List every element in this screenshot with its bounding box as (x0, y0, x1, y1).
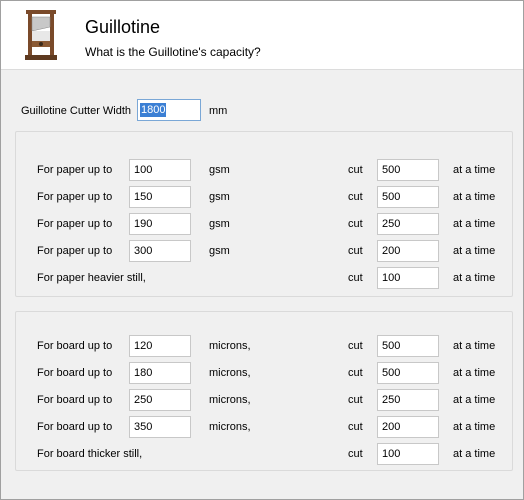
page-title: Guillotine (85, 17, 161, 37)
paper-weight-input[interactable] (129, 186, 191, 208)
dialog-header: Guillotine What is the Guillotine's capa… (1, 1, 523, 70)
paper-weight-unit: gsm (209, 164, 230, 176)
board-row-label: For board up to (37, 394, 113, 406)
paper-weight-unit: gsm (209, 191, 230, 203)
paper-row-label: For paper up to (37, 245, 113, 257)
cut-label: cut (348, 340, 363, 352)
at-a-time-label: at a time (453, 218, 496, 230)
paper-row-label: For paper up to (37, 191, 113, 203)
board-row-label: For board up to (37, 421, 113, 433)
paper-heavier-cut-input[interactable] (377, 267, 439, 289)
board-cut-input[interactable] (377, 389, 439, 411)
board-thickness-input[interactable] (129, 416, 191, 438)
board-cut-input[interactable] (377, 335, 439, 357)
board-thicker-label: For board thicker still, (37, 448, 143, 460)
board-thickness-unit: microns, (209, 421, 251, 433)
board-thickness-unit: microns, (209, 394, 251, 406)
at-a-time-label: at a time (453, 367, 496, 379)
cut-label: cut (348, 367, 363, 379)
board-thickness-input[interactable] (129, 362, 191, 384)
paper-weight-input[interactable] (129, 159, 191, 181)
at-a-time-label: at a time (453, 421, 496, 433)
paper-weight-input[interactable] (129, 240, 191, 262)
at-a-time-label: at a time (453, 164, 496, 176)
paper-cut-input[interactable] (377, 213, 439, 235)
board-thickness-unit: microns, (209, 367, 251, 379)
cut-label: cut (348, 218, 363, 230)
cutter-width-value: 1800 (140, 103, 167, 117)
paper-cut-input[interactable] (377, 240, 439, 262)
page-subtitle: What is the Guillotine's capacity? (85, 45, 261, 59)
cutter-width-unit: mm (209, 105, 228, 117)
guillotine-icon (25, 10, 57, 60)
paper-weight-input[interactable] (129, 213, 191, 235)
cutter-width-label: Guillotine Cutter Width (21, 105, 132, 117)
cut-label: cut (348, 245, 363, 257)
at-a-time-label: at a time (453, 394, 496, 406)
paper-row-label: For paper up to (37, 218, 113, 230)
board-thickness-input[interactable] (129, 335, 191, 357)
paper-row-label: For paper up to (37, 164, 113, 176)
cut-label: cut (348, 164, 363, 176)
board-thicker-cut-input[interactable] (377, 443, 439, 465)
paper-cut-input[interactable] (377, 159, 439, 181)
cut-label: cut (348, 448, 363, 460)
paper-heavier-label: For paper heavier still, (37, 272, 146, 284)
board-cut-input[interactable] (377, 416, 439, 438)
board-row-label: For board up to (37, 367, 113, 379)
board-thickness-unit: microns, (209, 340, 251, 352)
board-thickness-input[interactable] (129, 389, 191, 411)
paper-weight-unit: gsm (209, 245, 230, 257)
cutter-width-input[interactable]: 1800 (137, 99, 201, 121)
at-a-time-label: at a time (453, 340, 496, 352)
guillotine-dialog: Guillotine What is the Guillotine's capa… (0, 0, 524, 500)
cut-label: cut (348, 394, 363, 406)
at-a-time-label: at a time (453, 272, 496, 284)
at-a-time-label: at a time (453, 448, 496, 460)
board-cut-input[interactable] (377, 362, 439, 384)
cut-label: cut (348, 272, 363, 284)
cut-label: cut (348, 421, 363, 433)
at-a-time-label: at a time (453, 245, 496, 257)
paper-cut-input[interactable] (377, 186, 439, 208)
at-a-time-label: at a time (453, 191, 496, 203)
paper-weight-unit: gsm (209, 218, 230, 230)
cut-label: cut (348, 191, 363, 203)
board-row-label: For board up to (37, 340, 113, 352)
